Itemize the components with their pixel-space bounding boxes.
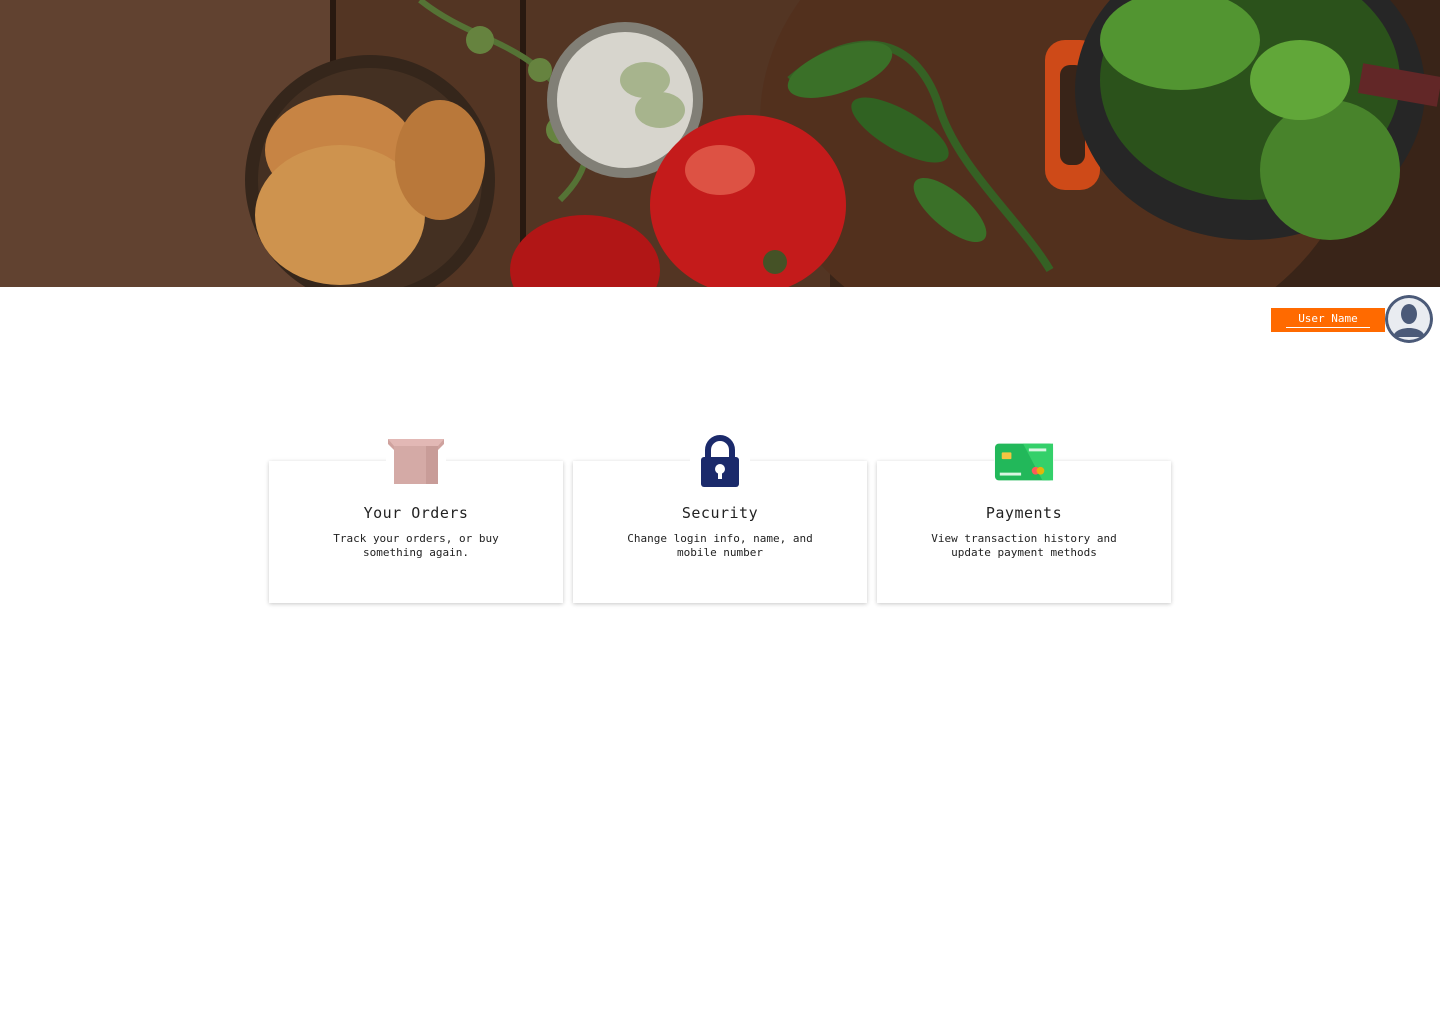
credit-card-icon bbox=[994, 435, 1054, 489]
orders-description: Track your orders, or buy something agai… bbox=[333, 532, 499, 559]
orders-card[interactable]: Your Orders Track your orders, or buy so… bbox=[269, 435, 563, 603]
avatar-silhouette-icon bbox=[1385, 295, 1433, 343]
payments-card[interactable]: Payments View transaction history and up… bbox=[877, 435, 1171, 603]
lock-icon bbox=[690, 435, 750, 489]
user-avatar-icon[interactable] bbox=[1385, 295, 1433, 343]
user-name-label: User Name bbox=[1286, 312, 1370, 328]
user-name-button[interactable]: User Name bbox=[1271, 308, 1385, 332]
payments-title: Payments bbox=[985, 504, 1063, 522]
security-title: Security bbox=[681, 504, 759, 522]
security-description: Change login info, name, and mobile numb… bbox=[627, 532, 813, 559]
payments-description: View transaction history and update paym… bbox=[931, 532, 1117, 559]
security-card[interactable]: Security Change login info, name, and mo… bbox=[573, 435, 867, 603]
box-icon bbox=[386, 435, 446, 489]
hero-banner bbox=[0, 0, 1440, 287]
orders-title: Your Orders bbox=[363, 504, 469, 522]
food-banner-image bbox=[0, 0, 1440, 287]
